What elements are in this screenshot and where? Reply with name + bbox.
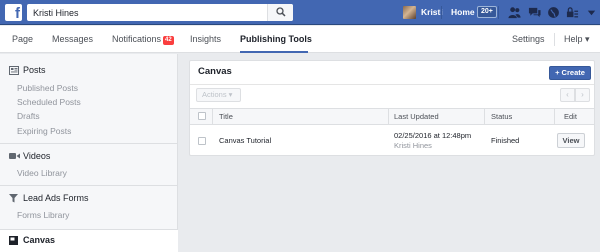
table-header	[190, 108, 594, 125]
sidebar-divider	[0, 185, 178, 186]
actions-dropdown[interactable]: Actions ▾	[196, 88, 241, 102]
top-navigation-bar: f Kristi Home 20+	[0, 0, 600, 25]
sidebar-item-published-posts[interactable]: Published Posts	[17, 83, 78, 93]
friend-requests-icon[interactable]	[508, 6, 521, 19]
sidebar-item-scheduled-posts[interactable]: Scheduled Posts	[17, 97, 81, 107]
avatar[interactable]	[403, 6, 416, 19]
help-menu[interactable]: Help ▾	[564, 34, 590, 45]
topbar-divider	[441, 6, 442, 19]
active-tab-indicator	[240, 51, 308, 53]
tab-notifications[interactable]: Notifications 42	[112, 34, 174, 45]
video-camera-icon	[9, 153, 20, 159]
tab-page[interactable]: Page	[12, 34, 33, 44]
search-button[interactable]	[267, 4, 293, 21]
row-checkbox[interactable]	[198, 137, 206, 145]
sidebar-section-label: Videos	[23, 151, 51, 161]
filter-icon	[9, 194, 18, 203]
previous-page-button[interactable]: ‹	[560, 88, 575, 102]
tab-messages[interactable]: Messages	[52, 34, 93, 44]
tab-publishing-tools[interactable]: Publishing Tools	[240, 34, 312, 44]
column-header-last-updated[interactable]: Last Updated	[394, 112, 439, 121]
search-icon	[276, 7, 286, 17]
home-count-badge: 20+	[477, 6, 497, 18]
column-header-status[interactable]: Status	[491, 112, 512, 121]
sidebar-section-label: Canvas	[23, 235, 56, 245]
column-divider	[554, 108, 555, 125]
row-title[interactable]: Canvas Tutorial	[219, 136, 271, 145]
notification-count-badge: 42	[163, 36, 174, 45]
sidebar-section-label: Lead Ads Forms	[23, 193, 89, 203]
sidebar-item-video-library[interactable]: Video Library	[17, 168, 67, 178]
posts-icon	[9, 66, 19, 75]
tab-insights[interactable]: Insights	[190, 34, 221, 44]
nav-divider	[554, 33, 555, 46]
sidebar-item-forms-library[interactable]: Forms Library	[17, 210, 69, 220]
column-header-title[interactable]: Title	[219, 112, 233, 121]
privacy-lock-icon[interactable]	[566, 6, 579, 19]
sidebar-section-label: Posts	[23, 65, 46, 75]
messages-icon[interactable]	[528, 6, 541, 19]
home-link[interactable]: Home	[451, 7, 475, 17]
select-all-checkbox[interactable]	[198, 112, 206, 120]
column-divider	[484, 108, 485, 125]
tab-notifications-label: Notifications	[112, 34, 162, 44]
sidebar-item-expiring-posts[interactable]: Expiring Posts	[17, 126, 71, 136]
search-box[interactable]	[27, 4, 293, 21]
topbar-divider	[498, 6, 499, 19]
sidebar-divider	[0, 143, 178, 144]
column-divider	[212, 108, 213, 125]
row-status: Finished	[491, 136, 520, 145]
next-page-button[interactable]: ›	[575, 88, 590, 102]
row-updated-by[interactable]: Kristi Hines	[394, 141, 432, 150]
sidebar-item-drafts[interactable]: Drafts	[17, 111, 40, 121]
panel-title: Canvas	[198, 66, 232, 77]
profile-link[interactable]: Kristi	[421, 7, 443, 17]
canvas-icon	[9, 236, 18, 245]
row-last-updated: 02/25/2016 at 12:48pm	[394, 131, 472, 140]
settings-link[interactable]: Settings	[512, 34, 545, 44]
search-input[interactable]	[27, 4, 267, 21]
account-menu-icon[interactable]	[585, 6, 598, 19]
facebook-logo[interactable]: f	[5, 4, 22, 21]
create-button[interactable]: + Create	[549, 66, 591, 80]
view-button[interactable]: View	[557, 133, 585, 148]
column-header-edit: Edit	[564, 112, 577, 121]
notifications-globe-icon[interactable]	[547, 6, 560, 19]
column-divider	[388, 108, 389, 125]
panel-divider	[190, 84, 594, 85]
